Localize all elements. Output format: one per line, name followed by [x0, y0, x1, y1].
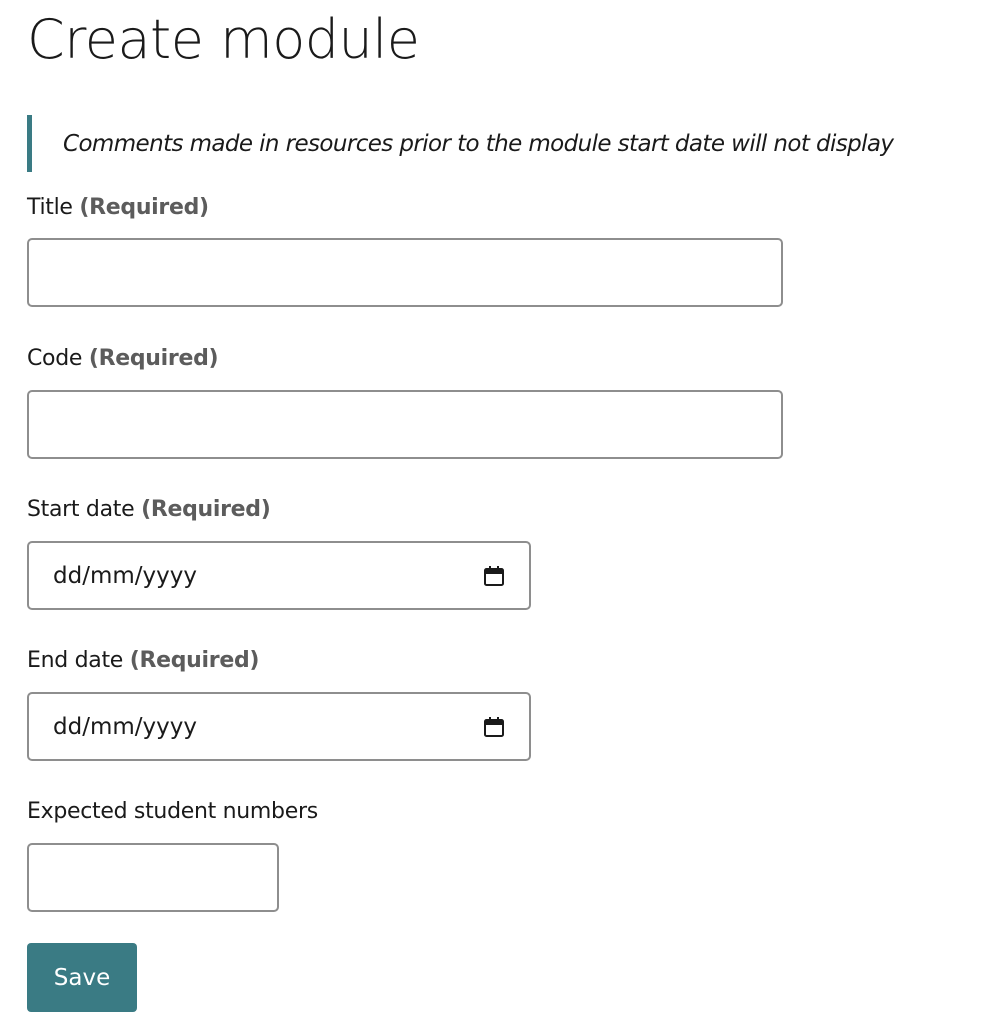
start-date-placeholder[interactable]: dd/mm/yyyy: [53, 563, 483, 589]
start-date-label: Start date (Required): [27, 495, 271, 525]
student-numbers-label-text: Expected student numbers: [27, 799, 318, 824]
title-input[interactable]: [27, 238, 783, 307]
start-date-label-text: Start date: [27, 497, 135, 522]
required-marker: (Required): [141, 497, 271, 522]
end-date-label-text: End date: [27, 648, 124, 673]
end-date-label: End date (Required): [27, 646, 259, 676]
student-numbers-label: Expected student numbers: [27, 797, 318, 827]
end-date-placeholder[interactable]: dd/mm/yyyy: [53, 714, 483, 740]
code-input[interactable]: [27, 390, 783, 459]
notice-callout: Comments made in resources prior to the …: [27, 115, 997, 172]
required-marker: (Required): [129, 648, 260, 673]
required-marker: (Required): [79, 195, 209, 220]
notice-text: Comments made in resources prior to the …: [63, 130, 894, 157]
title-label-text: Title: [27, 195, 73, 220]
code-label: Code (Required): [27, 344, 219, 374]
required-marker: (Required): [88, 346, 219, 371]
start-date-input[interactable]: dd/mm/yyyy: [27, 541, 531, 610]
code-label-text: Code: [27, 346, 83, 371]
save-button[interactable]: Save: [27, 943, 137, 1012]
title-label: Title (Required): [27, 193, 209, 223]
calendar-icon[interactable]: [483, 565, 505, 587]
page-title: Create module: [27, 8, 420, 71]
calendar-icon[interactable]: [483, 716, 505, 738]
end-date-input[interactable]: dd/mm/yyyy: [27, 692, 531, 761]
student-numbers-input[interactable]: [27, 843, 279, 912]
